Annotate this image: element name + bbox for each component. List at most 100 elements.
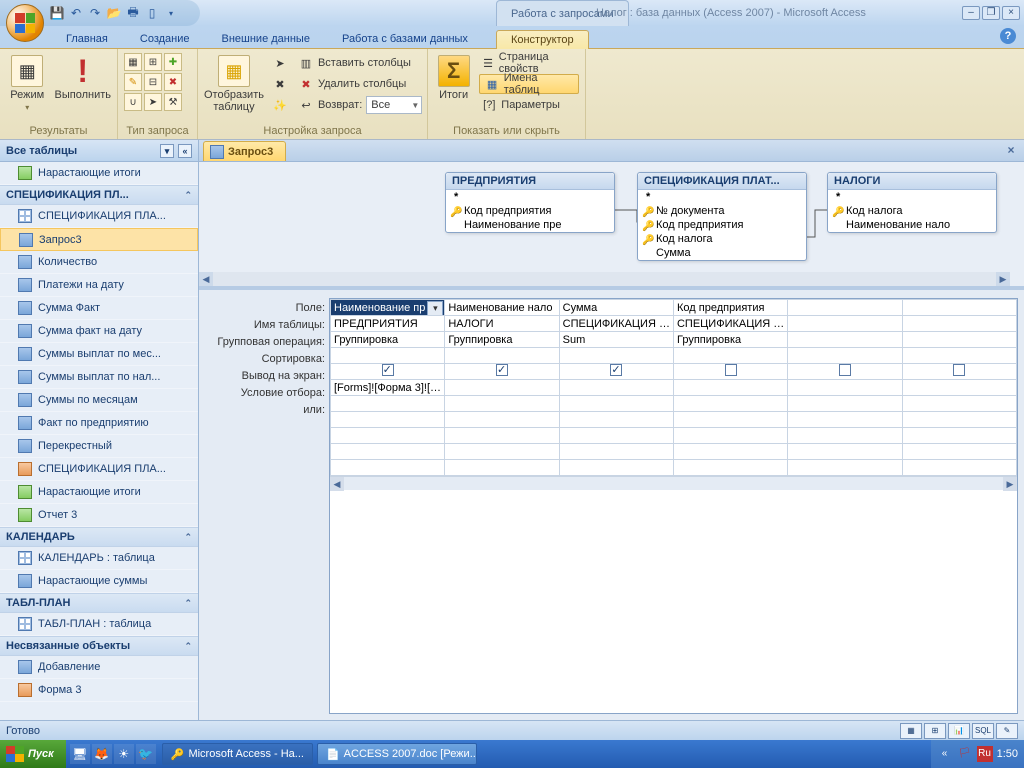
tab-home[interactable]: Главная — [52, 30, 122, 48]
sql-view-button[interactable]: SQL — [972, 723, 994, 739]
qbe-cell[interactable] — [673, 412, 787, 428]
maketable-query-icon[interactable]: ⊞ — [144, 53, 162, 71]
qbe-cell[interactable] — [902, 396, 1016, 412]
qbe-cell[interactable] — [788, 460, 902, 476]
scroll-left-icon[interactable]: ◀ — [330, 477, 344, 491]
insert-rows-button[interactable]: ➤ — [270, 53, 290, 73]
nav-item[interactable]: Платежи на дату — [0, 274, 198, 297]
qbe-cell[interactable] — [445, 460, 559, 476]
qbe-cell[interactable] — [673, 444, 787, 460]
scroll-left-icon[interactable]: ◀ — [199, 272, 213, 286]
qbe-cell[interactable]: Sum — [559, 332, 673, 348]
qbe-cell[interactable] — [788, 396, 902, 412]
qbe-cell[interactable] — [902, 428, 1016, 444]
append-query-icon[interactable]: ✚ — [164, 53, 182, 71]
table-field[interactable]: * — [828, 190, 996, 204]
parameters-button[interactable]: [?]Параметры — [479, 95, 579, 115]
qbe-cell[interactable] — [902, 412, 1016, 428]
restore-button[interactable]: ❐ — [982, 6, 1000, 20]
passthrough-query-icon[interactable]: ➤ — [144, 93, 162, 111]
qbe-show-cell[interactable] — [902, 364, 1016, 380]
qbe-cell[interactable]: Наименование пр — [331, 300, 445, 316]
nav-item[interactable]: ТАБЛ-ПЛАН : таблица — [0, 613, 198, 636]
qbe-cell[interactable] — [331, 348, 445, 364]
qbe-cell[interactable]: СПЕЦИФИКАЦИЯ ПЛА — [559, 316, 673, 332]
nav-item[interactable]: Добавление — [0, 656, 198, 679]
delete-query-icon[interactable]: ✖ — [164, 73, 182, 91]
qbe-cell[interactable] — [788, 428, 902, 444]
run-button[interactable]: ! Выполнить — [55, 53, 111, 119]
qbe-cell[interactable] — [788, 348, 902, 364]
save-icon[interactable]: 💾 — [48, 4, 66, 22]
table-box[interactable]: ПРЕДПРИЯТИЯ*🔑Код предприятияНаименование… — [445, 172, 615, 233]
pivot-view-button[interactable]: ⊞ — [924, 723, 946, 739]
clock[interactable]: 1:50 — [997, 748, 1018, 760]
qbe-cell[interactable] — [331, 396, 445, 412]
relationship-pane[interactable]: ПРЕДПРИЯТИЯ*🔑Код предприятияНаименование… — [199, 162, 1024, 290]
nav-collapse-icon[interactable]: « — [178, 144, 192, 158]
view-button[interactable]: ▦ Режим ▾ — [6, 53, 49, 119]
table-field[interactable]: Наименование нало — [828, 218, 996, 232]
qbe-cell[interactable] — [559, 412, 673, 428]
qbe-hscroll[interactable]: ◀ ▶ — [330, 476, 1017, 490]
nav-item[interactable]: СПЕЦИФИКАЦИЯ ПЛА... — [0, 205, 198, 228]
language-indicator[interactable]: Ru — [977, 746, 993, 762]
qbe-cell[interactable] — [559, 396, 673, 412]
qbe-cell[interactable] — [673, 380, 787, 396]
table-title[interactable]: НАЛОГИ — [828, 173, 996, 190]
table-title[interactable]: ПРЕДПРИЯТИЯ — [446, 173, 614, 190]
nav-dropdown-icon[interactable]: ▾ — [160, 144, 174, 158]
nav-item[interactable]: СПЕЦИФИКАЦИЯ ПЛА... — [0, 458, 198, 481]
nav-item[interactable]: Нарастающие итоги — [0, 481, 198, 504]
task-access[interactable]: 🔑 Microsoft Access - На... — [162, 743, 313, 765]
qbe-cell[interactable] — [902, 348, 1016, 364]
doc-tab-query3[interactable]: Запрос3 — [203, 141, 286, 161]
office-button[interactable] — [6, 4, 44, 42]
table-field[interactable]: 🔑Код предприятия — [446, 204, 614, 218]
nav-header[interactable]: Все таблицы ▾ « — [0, 140, 198, 162]
qbe-cell[interactable] — [902, 444, 1016, 460]
qbe-cell[interactable] — [788, 300, 902, 316]
qbe-cell[interactable] — [902, 460, 1016, 476]
qbe-cell[interactable] — [445, 348, 559, 364]
qbe-cell[interactable] — [673, 460, 787, 476]
qbe-show-cell[interactable] — [331, 364, 445, 380]
qbe-cell[interactable] — [331, 444, 445, 460]
table-field[interactable]: Сумма — [638, 246, 806, 260]
nav-item[interactable]: Нарастающие итоги — [0, 162, 198, 185]
scroll-right-icon[interactable]: ▶ — [1003, 477, 1017, 491]
qbe-cell[interactable] — [902, 300, 1016, 316]
qbe-cell[interactable] — [788, 444, 902, 460]
qbe-cell[interactable] — [445, 396, 559, 412]
table-field[interactable]: * — [446, 190, 614, 204]
qbe-cell[interactable]: ПРЕДПРИЯТИЯ — [331, 316, 445, 332]
qbe-cell[interactable]: НАЛОГИ — [445, 316, 559, 332]
qbe-cell[interactable]: Код предприятия — [673, 300, 787, 316]
ql-icon[interactable]: 🖥 — [70, 744, 90, 764]
delete-columns-button[interactable]: ✖Удалить столбцы — [296, 74, 424, 94]
minimize-button[interactable]: – — [962, 6, 980, 20]
nav-item[interactable]: Количество — [0, 251, 198, 274]
qbe-cell[interactable] — [902, 316, 1016, 332]
table-field[interactable]: Наименование пре — [446, 218, 614, 232]
nav-item[interactable]: Нарастающие суммы — [0, 570, 198, 593]
nav-item[interactable]: Запрос3 — [0, 228, 198, 251]
table-field[interactable]: 🔑Код предприятия — [638, 218, 806, 232]
tab-create[interactable]: Создание — [126, 30, 204, 48]
delete-rows-button[interactable]: ✖ — [270, 74, 290, 94]
qbe-show-cell[interactable] — [445, 364, 559, 380]
qbe-cell[interactable]: Группировка — [445, 332, 559, 348]
totals-button[interactable]: Σ Итоги — [434, 53, 473, 119]
nav-item[interactable]: КАЛЕНДАРЬ : таблица — [0, 547, 198, 570]
doc-close-button[interactable]: × — [1004, 143, 1018, 157]
ddl-query-icon[interactable]: ⚒ — [164, 93, 182, 111]
tray-icon[interactable]: 🏳 — [957, 746, 973, 762]
nav-group-header[interactable]: Несвязанные объекты⌃ — [0, 636, 198, 656]
qbe-show-cell[interactable] — [788, 364, 902, 380]
return-dropdown[interactable]: Все▼ — [366, 96, 422, 114]
table-title[interactable]: СПЕЦИФИКАЦИЯ ПЛАТ... — [638, 173, 806, 190]
nav-item[interactable]: Сумма Факт — [0, 297, 198, 320]
builder-button[interactable]: ✨ — [270, 95, 290, 115]
qbe-cell[interactable] — [559, 460, 673, 476]
qbe-cell[interactable] — [331, 460, 445, 476]
